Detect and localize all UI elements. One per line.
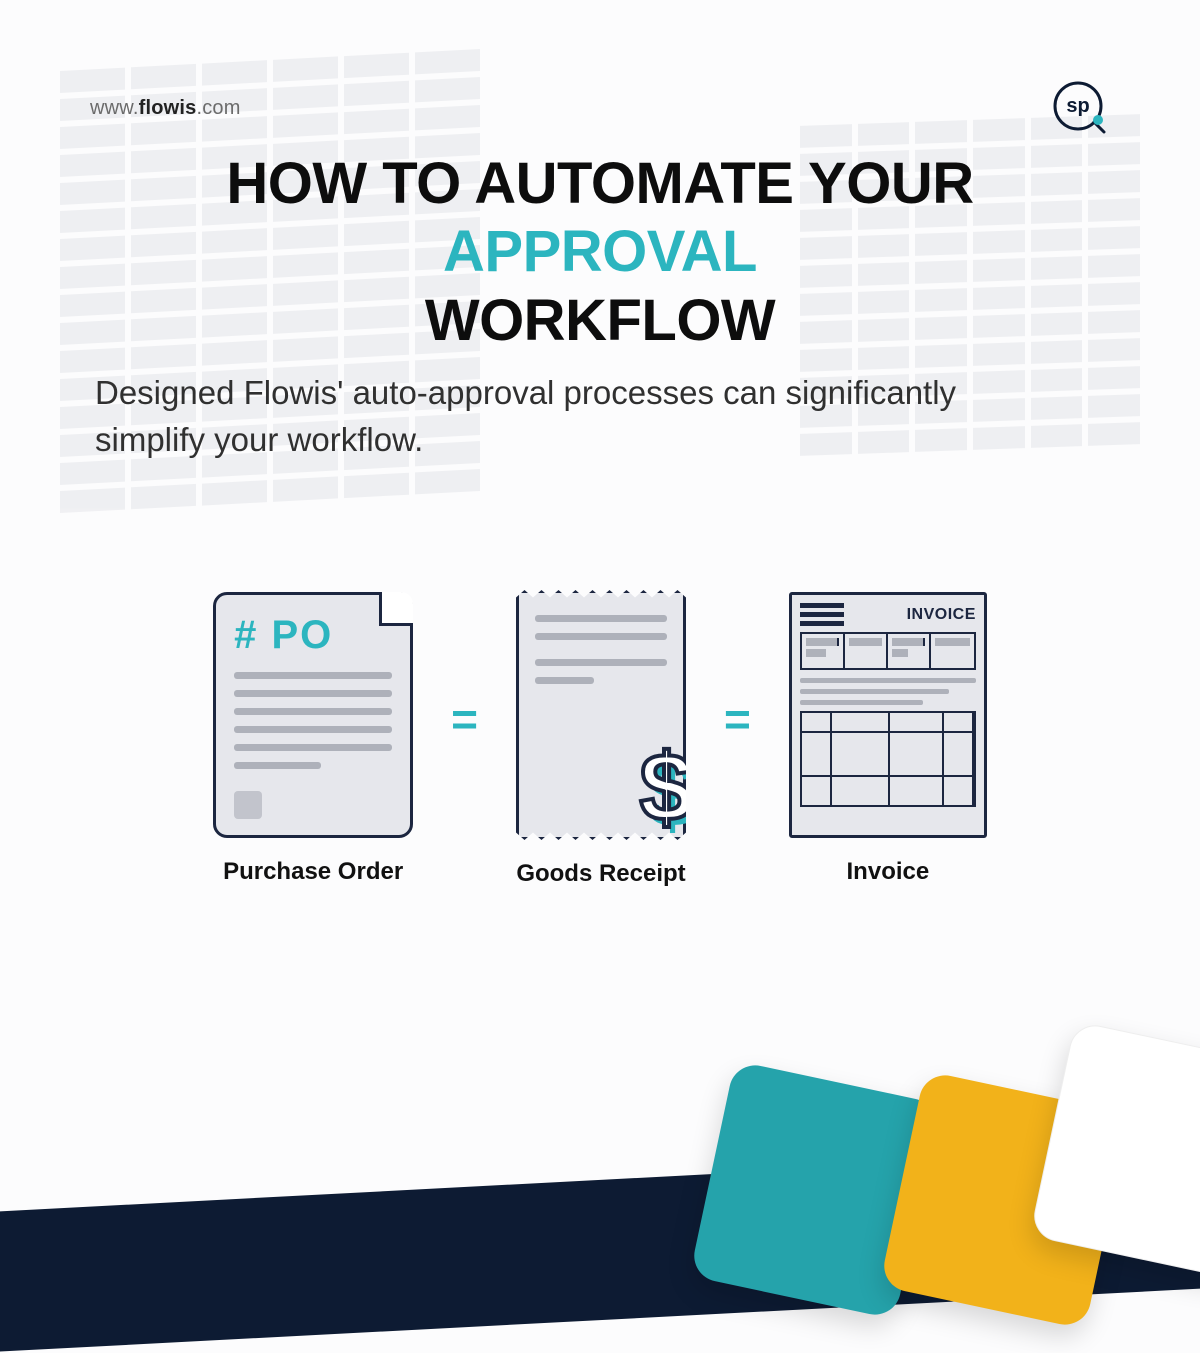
url-brand: flowis	[139, 97, 197, 119]
sp-logo-text: sp	[1066, 95, 1089, 117]
page-title: HOW TO AUTOMATE YOUR APPROVAL WORKFLOW	[90, 150, 1110, 355]
decor-card-yellow	[879, 1071, 1130, 1330]
title-accent: APPROVAL	[443, 219, 757, 284]
url-prefix: www.	[90, 97, 139, 119]
invoice-header-text: INVOICE	[907, 606, 976, 624]
title-pre: HOW TO AUTOMATE YOUR	[226, 151, 973, 216]
po-tag: # PO	[234, 613, 392, 658]
sp-logo-icon: sp	[1050, 78, 1110, 138]
title-line2: WORKFLOW	[425, 288, 775, 353]
invoice-block: INVOICE Invoice	[789, 592, 987, 886]
invoice-label: Invoice	[847, 858, 930, 886]
goods-receipt-icon: $	[516, 590, 686, 840]
equals-sign-2: =	[724, 692, 751, 746]
equals-sign-1: =	[451, 692, 478, 746]
url-suffix: .com	[196, 97, 240, 119]
purchase-order-label: Purchase Order	[223, 858, 403, 886]
site-url: www.flowis.com	[90, 97, 241, 120]
invoice-icon: INVOICE	[789, 592, 987, 838]
dollar-icon: $	[640, 733, 693, 843]
goods-receipt-block: $ Goods Receipt	[516, 590, 686, 888]
decorative-footer	[0, 1050, 1200, 1230]
purchase-order-block: # PO Purchase Order	[213, 592, 413, 886]
header: www.flowis.com sp	[90, 78, 1110, 138]
goods-receipt-label: Goods Receipt	[516, 860, 685, 888]
decor-card-teal	[689, 1061, 940, 1320]
subheading: Designed Flowis' auto-approval processes…	[95, 370, 1060, 464]
purchase-order-icon: # PO	[213, 592, 413, 838]
workflow-diagram: # PO Purchase Order = $ Goods Receipt = …	[80, 590, 1120, 888]
decor-card-white	[1029, 1021, 1200, 1280]
